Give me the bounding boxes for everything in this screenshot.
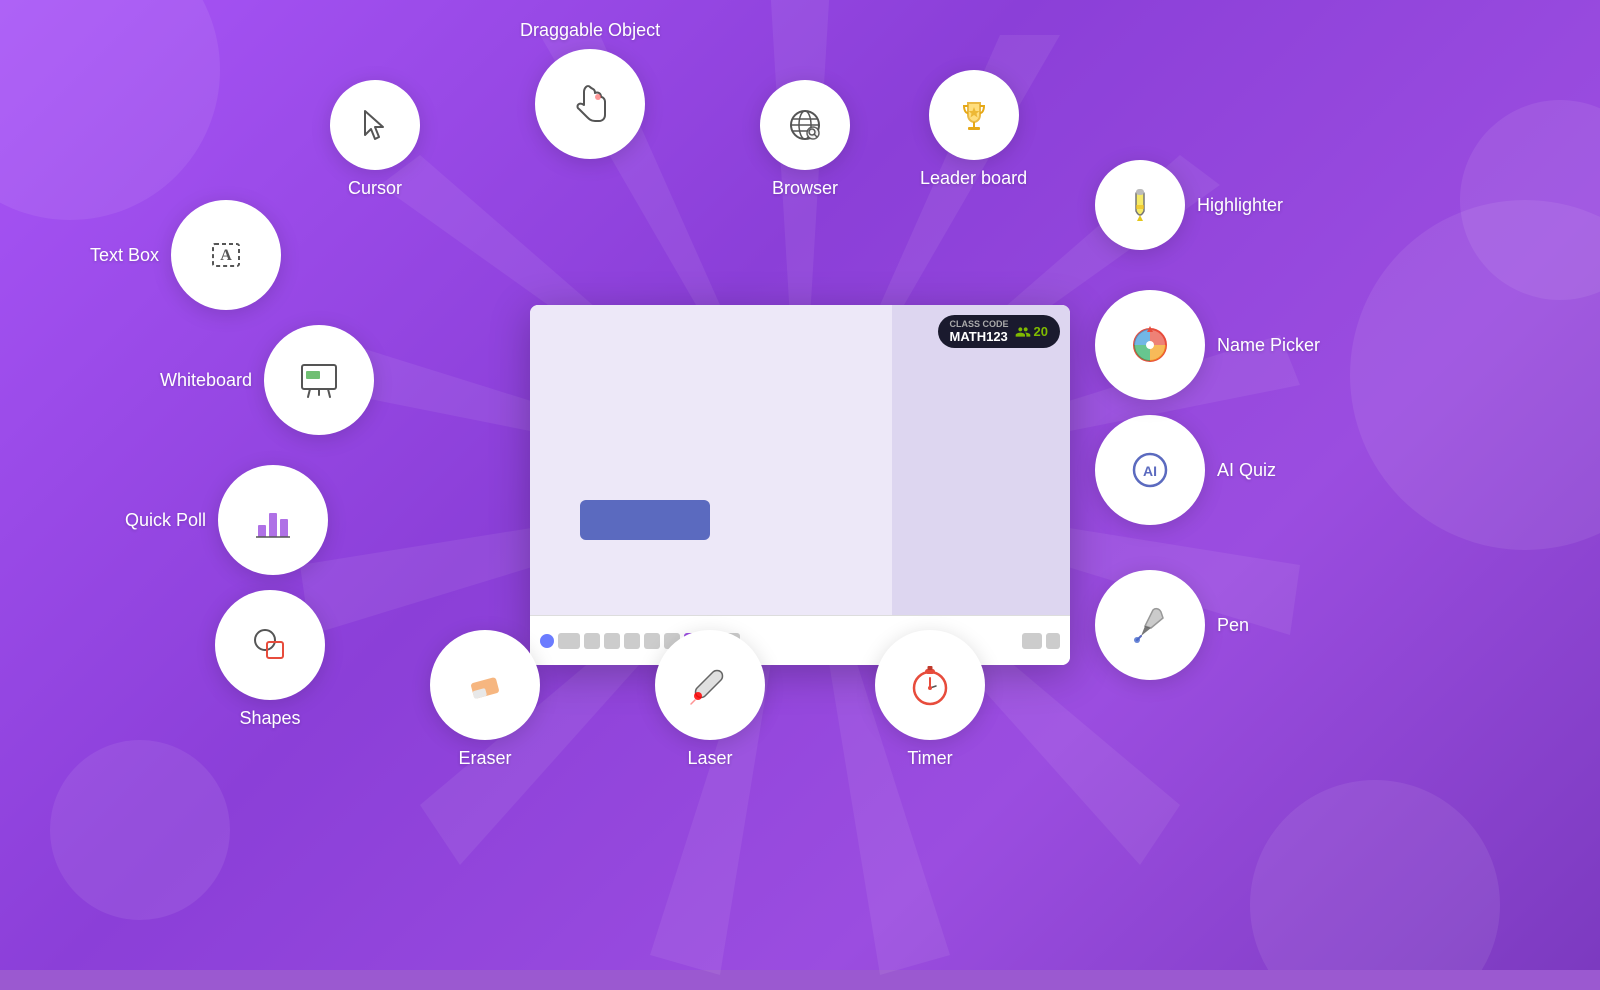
eraser-button[interactable] bbox=[430, 630, 540, 740]
browser-label: Browser bbox=[772, 178, 838, 199]
wb-students-number: 20 bbox=[1034, 324, 1048, 339]
namepicker-button[interactable] bbox=[1095, 290, 1205, 400]
pen-button[interactable] bbox=[1095, 570, 1205, 680]
whiteboard-mockup: CLASS CODE MATH123 20 bbox=[530, 305, 1070, 665]
feature-shapes: Shapes bbox=[215, 590, 325, 729]
wb-students-count: 20 bbox=[1015, 324, 1048, 340]
laser-button[interactable] bbox=[655, 630, 765, 740]
cursor-label: Cursor bbox=[348, 178, 402, 199]
highlighter-button[interactable] bbox=[1095, 160, 1185, 250]
quickpoll-button[interactable] bbox=[218, 465, 328, 575]
wb-class-code-label: CLASS CODE bbox=[950, 319, 1009, 329]
feature-draggable: Draggable Object bbox=[520, 20, 660, 159]
wb-draggable-rect bbox=[580, 500, 710, 540]
draggable-button[interactable] bbox=[535, 49, 645, 159]
browser-button[interactable] bbox=[760, 80, 850, 170]
wb-class-name: MATH123 bbox=[950, 329, 1008, 344]
textbox-label: Text Box bbox=[90, 245, 159, 266]
highlighter-label: Highlighter bbox=[1197, 195, 1283, 216]
eraser-label: Eraser bbox=[458, 748, 511, 769]
feature-cursor: Cursor bbox=[330, 80, 420, 199]
wb-tool-3 bbox=[584, 633, 600, 649]
aiquiz-button[interactable]: AI bbox=[1095, 415, 1205, 525]
wb-toolbar bbox=[530, 615, 1070, 665]
feature-browser: Browser bbox=[760, 80, 850, 199]
feature-aiquiz: AI AI Quiz bbox=[1095, 415, 1276, 525]
shapes-button[interactable] bbox=[215, 590, 325, 700]
wb-tool-5 bbox=[624, 633, 640, 649]
feature-pen: Pen bbox=[1095, 570, 1249, 680]
leaderboard-button[interactable] bbox=[929, 70, 1019, 160]
svg-text:A: A bbox=[220, 247, 232, 264]
svg-text:AI: AI bbox=[1143, 463, 1157, 479]
draggable-label: Draggable Object bbox=[520, 20, 660, 41]
laser-label: Laser bbox=[687, 748, 732, 769]
feature-eraser: Eraser bbox=[430, 630, 540, 769]
wb-tool-right bbox=[1022, 633, 1060, 649]
wb-tool-r2 bbox=[1046, 633, 1060, 649]
shapes-label: Shapes bbox=[239, 708, 300, 729]
feature-highlighter: Highlighter bbox=[1095, 160, 1283, 250]
feature-namepicker: Name Picker bbox=[1095, 290, 1320, 400]
timer-label: Timer bbox=[907, 748, 952, 769]
feature-textbox: A Text Box bbox=[90, 200, 281, 310]
feature-laser: Laser bbox=[655, 630, 765, 769]
wb-tool-1 bbox=[540, 634, 554, 648]
wb-tool-4 bbox=[604, 633, 620, 649]
wb-sidebar-area bbox=[892, 305, 1070, 615]
feature-leaderboard: Leader board bbox=[920, 70, 1027, 189]
pen-label: Pen bbox=[1217, 615, 1249, 636]
whiteboard-label: Whiteboard bbox=[160, 370, 252, 391]
timer-button[interactable] bbox=[875, 630, 985, 740]
whiteboard-button[interactable] bbox=[264, 325, 374, 435]
textbox-button[interactable]: A bbox=[171, 200, 281, 310]
quickpoll-label: Quick Poll bbox=[125, 510, 206, 531]
wb-canvas-area bbox=[530, 305, 892, 615]
leaderboard-label: Leader board bbox=[920, 168, 1027, 189]
namepicker-label: Name Picker bbox=[1217, 335, 1320, 356]
feature-whiteboard: Whiteboard bbox=[160, 325, 374, 435]
feature-quickpoll: Quick Poll bbox=[125, 465, 328, 575]
wb-tool-2 bbox=[558, 633, 580, 649]
cursor-button[interactable] bbox=[330, 80, 420, 170]
feature-timer: Timer bbox=[875, 630, 985, 769]
wb-header-badge: CLASS CODE MATH123 20 bbox=[938, 315, 1060, 348]
aiquiz-label: AI Quiz bbox=[1217, 460, 1276, 481]
wb-tool-r1 bbox=[1022, 633, 1042, 649]
